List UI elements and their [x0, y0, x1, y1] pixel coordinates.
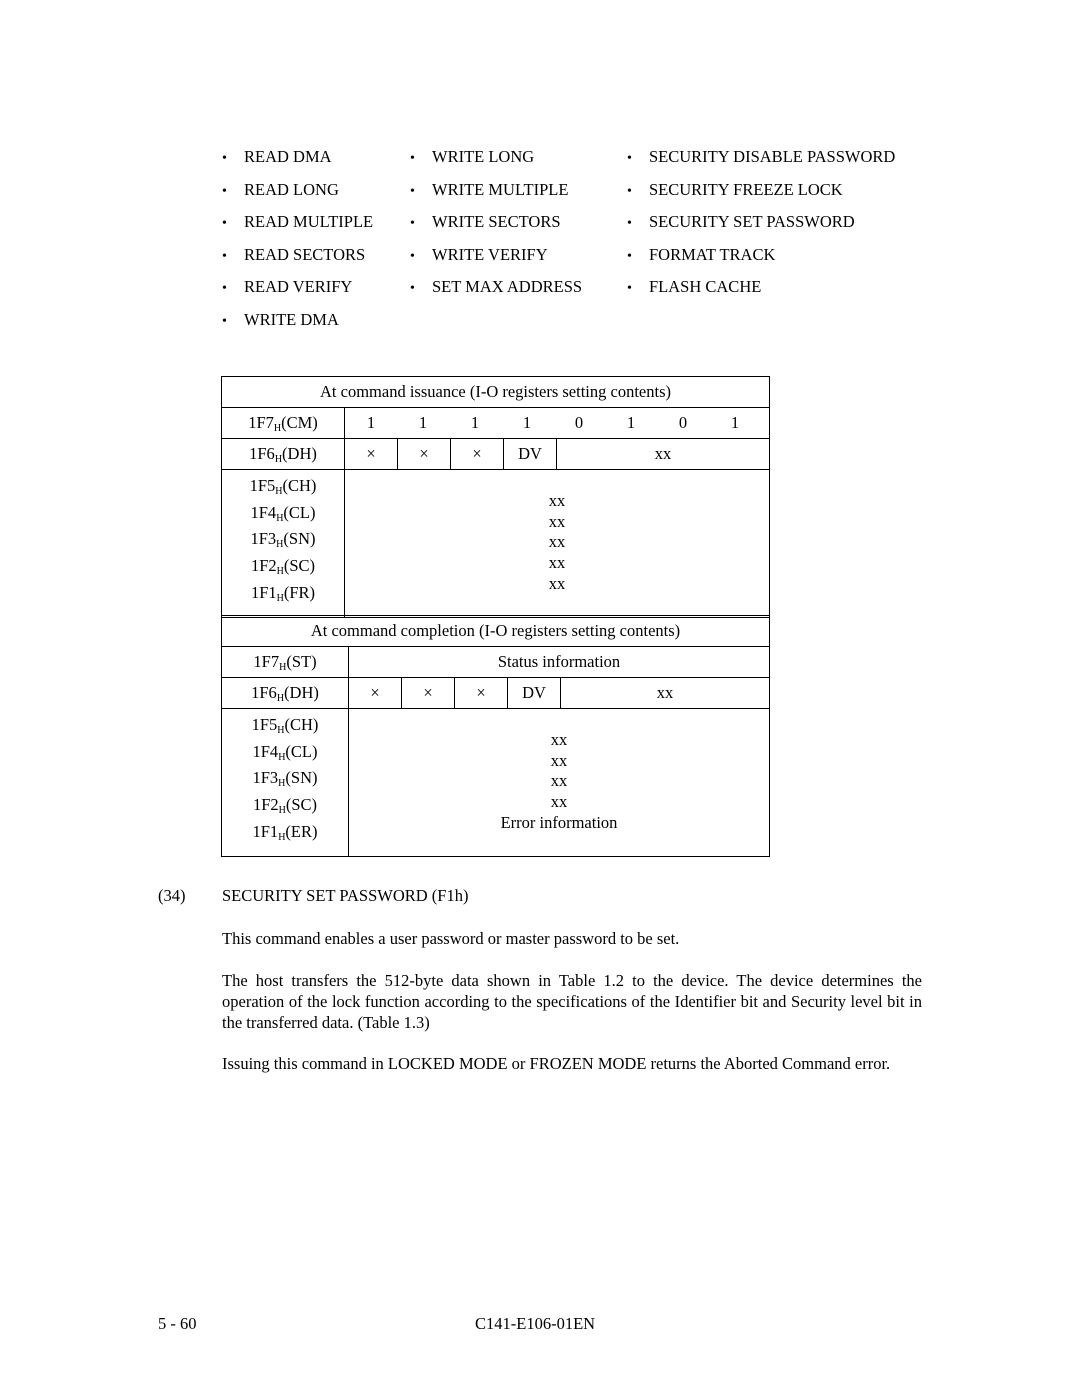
register-value: xx — [548, 491, 566, 510]
table-row-cm: 1F7H(CM) 1 1 1 1 0 1 0 1 — [221, 407, 770, 439]
command-item: READ VERIFY — [222, 276, 373, 309]
bit-value: 1 — [730, 413, 740, 432]
bullet-icon — [222, 309, 244, 342]
command-item: FORMAT TRACK — [627, 244, 895, 277]
command-item: READ SECTORS — [222, 244, 373, 277]
bullet-icon — [627, 211, 649, 244]
register-value: xx — [548, 532, 566, 552]
command-item: SECURITY DISABLE PASSWORD — [627, 146, 895, 179]
register-label: 1F6H(DH) — [221, 677, 349, 709]
dh-bit-cell: × — [401, 677, 455, 709]
register-label: 1F7H(CM) — [221, 407, 345, 439]
bit-value: 0 — [574, 413, 584, 432]
command-item: READ DMA — [222, 146, 373, 179]
command-bits: 1 1 1 1 0 1 0 1 — [344, 407, 770, 439]
table-row-dh: 1F6H(DH) × × × DV xx — [221, 438, 770, 470]
command-item: WRITE SECTORS — [410, 211, 582, 244]
register-values: xx xx xx xx Error information — [348, 708, 770, 857]
command-item: SECURITY FREEZE LOCK — [627, 179, 895, 212]
command-item: SECURITY SET PASSWORD — [627, 211, 895, 244]
command-item: READ LONG — [222, 179, 373, 212]
register-value: xx — [550, 771, 568, 791]
dh-rest-cell: xx — [560, 677, 770, 709]
command-column-1: READ DMA READ LONG READ MULTIPLE READ SE… — [222, 146, 373, 341]
bullet-icon — [222, 244, 244, 277]
register-labels: 1F5H(CH) 1F4H(CL) 1F3H(SN) 1F2H(SC) 1F1H… — [221, 469, 345, 618]
dh-bit-cell: × — [348, 677, 402, 709]
bullet-icon — [410, 244, 432, 277]
bullet-icon — [627, 179, 649, 212]
bit-value: 0 — [678, 413, 688, 432]
command-item: READ MULTIPLE — [222, 211, 373, 244]
bullet-icon — [222, 276, 244, 309]
command-item: WRITE VERIFY — [410, 244, 582, 277]
bullet-icon — [222, 146, 244, 179]
dh-bit-cell: × — [454, 677, 508, 709]
register-labels: 1F5H(CH) 1F4H(CL) 1F3H(SN) 1F2H(SC) 1F1H… — [221, 708, 349, 857]
table-title: At command issuance (I-O registers setti… — [221, 376, 770, 408]
bit-value: 1 — [522, 413, 532, 432]
register-value: Error information — [500, 812, 618, 832]
register-value: xx — [550, 792, 568, 812]
bullet-icon — [410, 146, 432, 179]
bullet-icon — [627, 276, 649, 309]
command-item: WRITE LONG — [410, 146, 582, 179]
bit-value: 1 — [626, 413, 636, 432]
bullet-icon — [410, 211, 432, 244]
bit-value: 1 — [366, 413, 376, 432]
status-value: Status information — [348, 646, 770, 678]
command-column-2: WRITE LONG WRITE MULTIPLE WRITE SECTORS … — [410, 146, 582, 309]
command-item: FLASH CACHE — [627, 276, 895, 309]
dh-dv-cell: DV — [503, 438, 557, 470]
dh-bit-cell: × — [397, 438, 451, 470]
section-paragraph: The host transfers the 512-byte data sho… — [222, 971, 922, 1032]
bit-value: 1 — [418, 413, 428, 432]
bullet-icon — [627, 244, 649, 277]
register-label: 1F7H(ST) — [221, 646, 349, 678]
command-item: SET MAX ADDRESS — [410, 276, 582, 309]
table-row-registers: 1F5H(CH) 1F4H(CL) 1F3H(SN) 1F2H(SC) 1F1H… — [221, 708, 770, 857]
bullet-icon — [222, 211, 244, 244]
register-value: xx — [548, 553, 566, 573]
page-number: 5 - 60 — [158, 1314, 197, 1333]
bullet-icon — [627, 146, 649, 179]
section-paragraph: This command enables a user password or … — [222, 929, 680, 948]
bullet-icon — [410, 179, 432, 212]
register-label: 1F6H(DH) — [221, 438, 345, 470]
bullet-icon — [410, 276, 432, 309]
document-id: C141-E106-01EN — [475, 1314, 596, 1333]
dh-dv-cell: DV — [507, 677, 561, 709]
register-value: xx — [550, 730, 568, 749]
section-paragraph: Issuing this command in LOCKED MODE or F… — [222, 1054, 891, 1073]
register-values: xx xx xx xx xx — [344, 469, 770, 618]
bit-value: 1 — [470, 413, 480, 432]
register-value: xx — [548, 511, 566, 531]
dh-rest-cell: xx — [556, 438, 770, 470]
register-value: xx — [550, 750, 568, 770]
issuance-register-table: At command issuance (I-O registers setti… — [221, 376, 770, 618]
table-row-registers: 1F5H(CH) 1F4H(CL) 1F3H(SN) 1F2H(SC) 1F1H… — [221, 469, 770, 618]
command-column-3: SECURITY DISABLE PASSWORD SECURITY FREEZ… — [627, 146, 895, 309]
bullet-icon — [222, 179, 244, 212]
dh-bit-cell: × — [450, 438, 504, 470]
section-title: SECURITY SET PASSWORD (F1h) — [222, 886, 469, 905]
completion-register-table: At command completion (I-O registers set… — [221, 615, 770, 857]
table-title: At command completion (I-O registers set… — [221, 615, 770, 647]
section-number: (34) — [158, 886, 186, 905]
register-value: xx — [548, 573, 566, 593]
command-item: WRITE MULTIPLE — [410, 179, 582, 212]
dh-bit-cell: × — [344, 438, 398, 470]
table-row-st: 1F7H(ST) Status information — [221, 646, 770, 678]
table-row-dh: 1F6H(DH) × × × DV xx — [221, 677, 770, 709]
command-item: WRITE DMA — [222, 309, 373, 342]
